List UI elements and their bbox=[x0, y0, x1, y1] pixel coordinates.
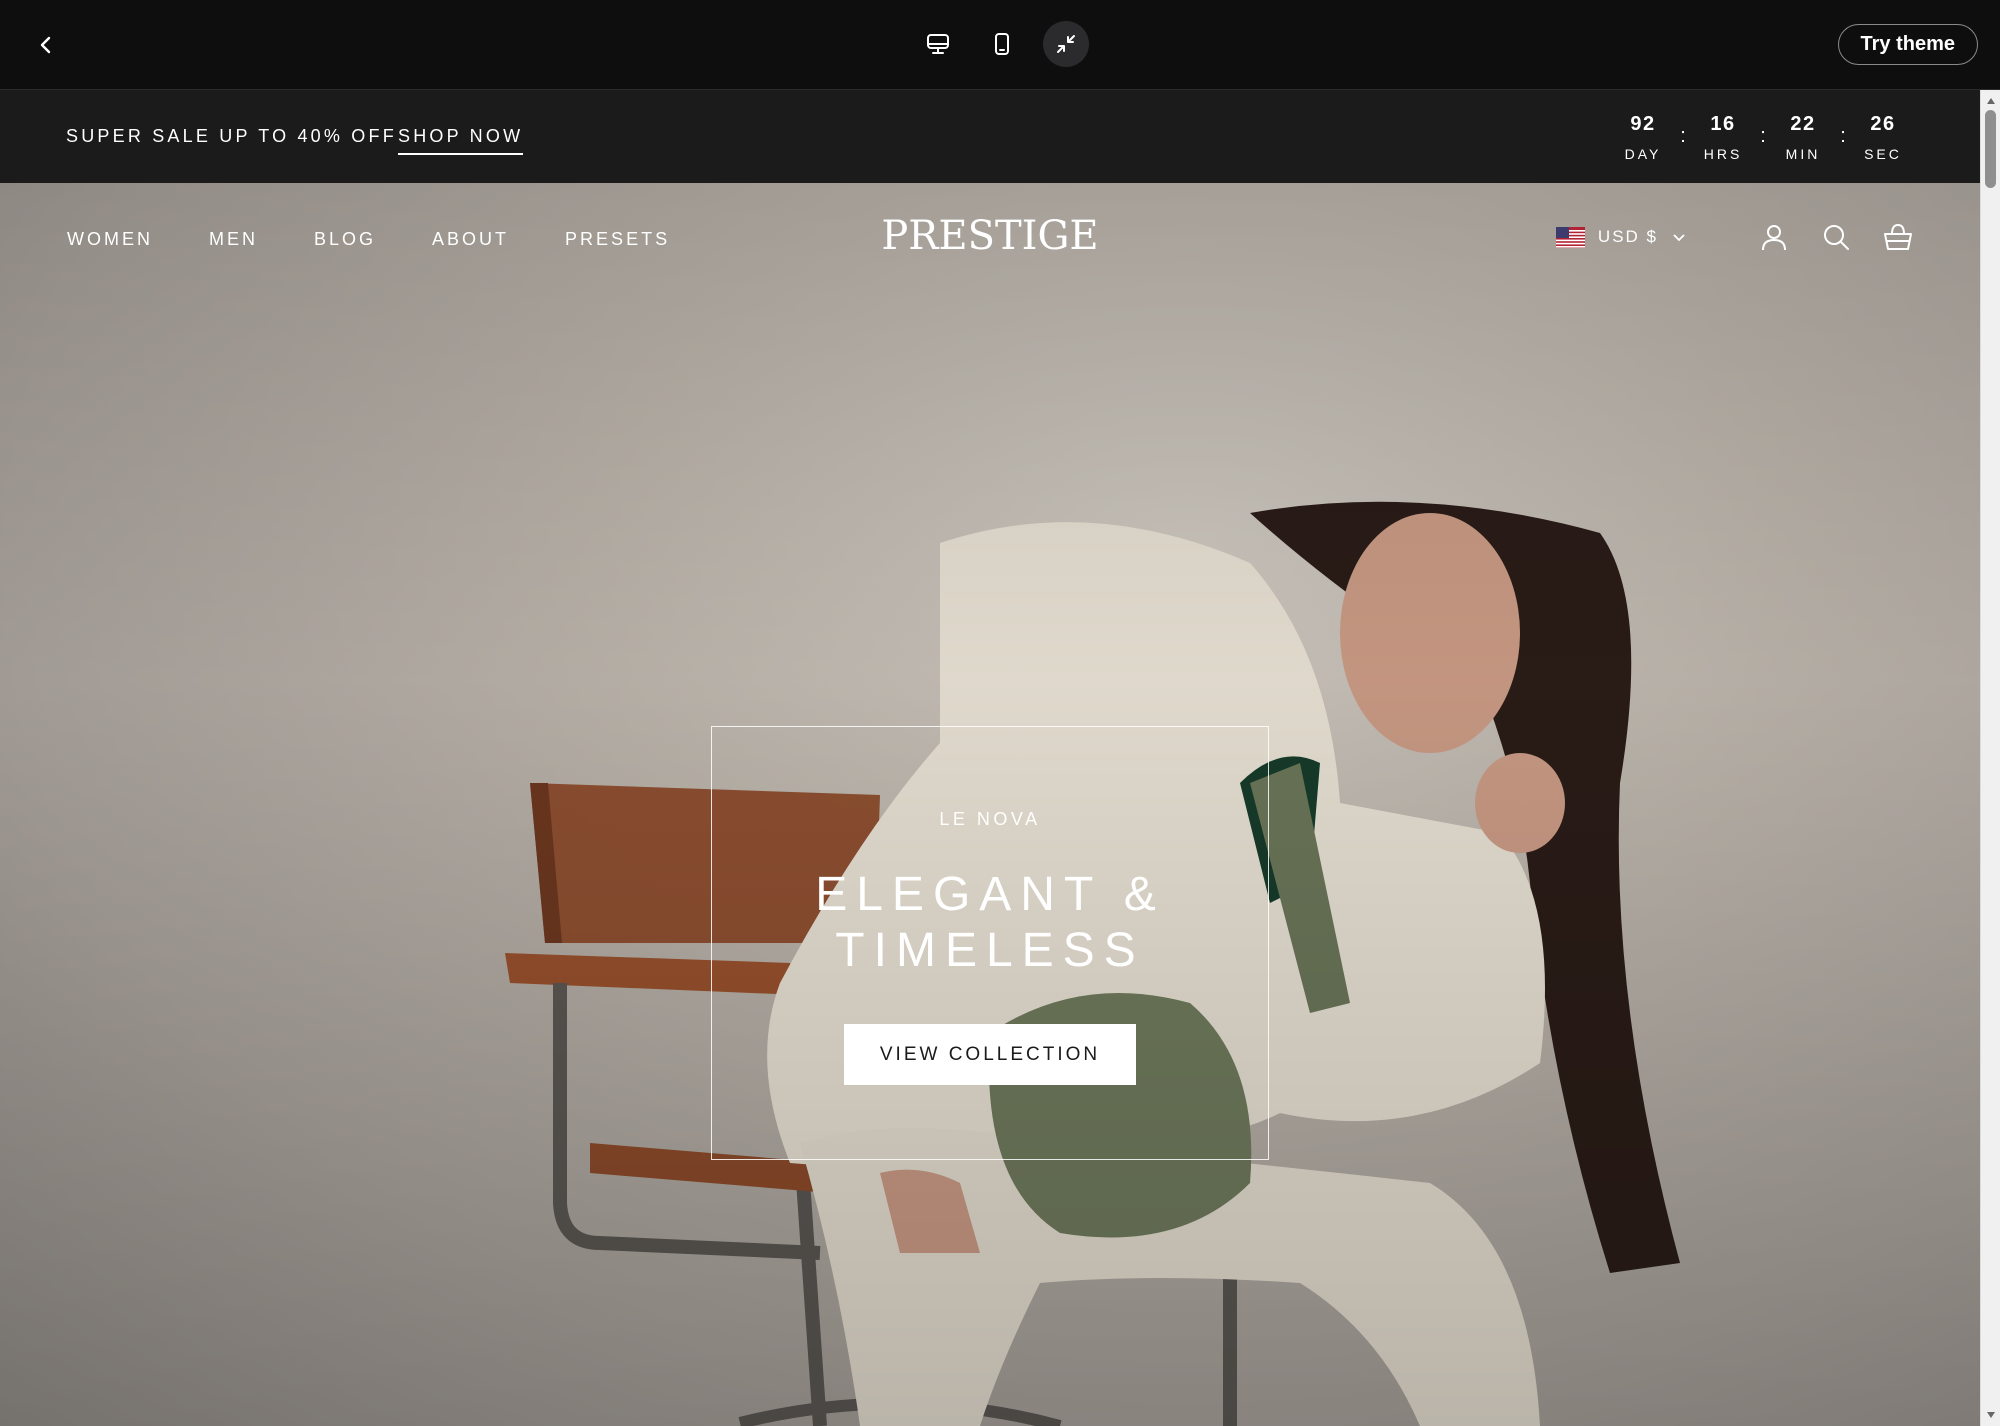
currency-label: USD $ bbox=[1597, 227, 1658, 246]
countdown-separator: : bbox=[1760, 125, 1766, 147]
collapse-icon bbox=[1057, 35, 1075, 53]
countdown-separator: : bbox=[1680, 125, 1686, 147]
logo-text[interactable]: PRESTIGE bbox=[881, 213, 1098, 259]
scroll-up-arrow[interactable] bbox=[1981, 92, 2000, 110]
chevron-left-icon bbox=[40, 36, 51, 54]
search-button[interactable] bbox=[1820, 221, 1852, 253]
countdown-days-label: DAY bbox=[1624, 146, 1662, 162]
countdown-hours: 16 HRS bbox=[1693, 113, 1753, 162]
currency-selector[interactable]: USD $ bbox=[1555, 226, 1686, 248]
store-preview: SUPER SALE UP TO 40% OFF SHOP NOW 92 DAY… bbox=[0, 90, 1980, 1426]
countdown-minutes: 22 MIN bbox=[1773, 113, 1833, 162]
account-button[interactable] bbox=[1758, 221, 1790, 253]
countdown-minutes-value: 22 bbox=[1790, 113, 1816, 135]
countdown-days-value: 92 bbox=[1630, 113, 1656, 135]
countdown-seconds: 26 SEC bbox=[1853, 113, 1913, 162]
shop-now-link[interactable]: SHOP NOW bbox=[398, 126, 524, 155]
view-collection-button[interactable]: VIEW COLLECTION bbox=[844, 1024, 1136, 1085]
header-actions: USD $ bbox=[1555, 221, 1914, 253]
scrollbar[interactable] bbox=[1980, 90, 2000, 1426]
user-icon bbox=[1762, 225, 1786, 251]
countdown-minutes-label: MIN bbox=[1785, 146, 1821, 162]
device-switcher bbox=[915, 21, 1089, 67]
mobile-icon bbox=[995, 33, 1009, 55]
triangle-down-icon bbox=[1987, 1412, 1995, 1418]
back-button[interactable] bbox=[26, 25, 66, 65]
try-theme-button[interactable]: Try theme bbox=[1837, 24, 1978, 65]
mobile-view-button[interactable] bbox=[979, 21, 1025, 67]
basket-icon bbox=[1884, 223, 1912, 250]
countdown-timer: 92 DAY : 16 HRS : 22 MIN : 26 SEC bbox=[1613, 113, 1913, 162]
triangle-up-icon bbox=[1987, 98, 1995, 104]
cart-button[interactable] bbox=[1882, 221, 1914, 253]
announcement-text: SUPER SALE UP TO 40% OFF bbox=[66, 126, 397, 146]
desktop-icon bbox=[927, 34, 949, 54]
fullscreen-toggle-button[interactable] bbox=[1043, 21, 1089, 67]
chevron-down-icon bbox=[1673, 234, 1685, 242]
hero-title-line2: TIMELESS bbox=[835, 924, 1145, 977]
desktop-view-button[interactable] bbox=[915, 21, 961, 67]
announcement-bar: SUPER SALE UP TO 40% OFF SHOP NOW 92 DAY… bbox=[0, 90, 1980, 183]
us-flag-icon bbox=[1555, 226, 1585, 248]
countdown-separator: : bbox=[1840, 125, 1846, 147]
hero-subheading: LE NOVA bbox=[939, 809, 1041, 829]
scrollbar-thumb[interactable] bbox=[1985, 110, 1996, 188]
countdown-seconds-value: 26 bbox=[1870, 113, 1896, 135]
countdown-days: 92 DAY bbox=[1613, 113, 1673, 162]
search-icon bbox=[1824, 225, 1849, 250]
hero-banner: WOMEN MEN BLOG ABOUT PRESETS PRESTIGE US… bbox=[0, 183, 1980, 1426]
countdown-seconds-label: SEC bbox=[1864, 146, 1902, 162]
hero-content-frame: LE NOVA ELEGANT & TIMELESS VIEW COLLECTI… bbox=[711, 726, 1269, 1160]
countdown-hours-value: 16 bbox=[1710, 113, 1736, 135]
hero-title-line1: ELEGANT & bbox=[815, 868, 1165, 921]
countdown-hours-label: HRS bbox=[1703, 146, 1743, 162]
scroll-down-arrow[interactable] bbox=[1981, 1406, 2000, 1424]
preview-toolbar: Try theme bbox=[0, 0, 2000, 90]
hero-title: ELEGANT & TIMELESS bbox=[712, 867, 1268, 979]
